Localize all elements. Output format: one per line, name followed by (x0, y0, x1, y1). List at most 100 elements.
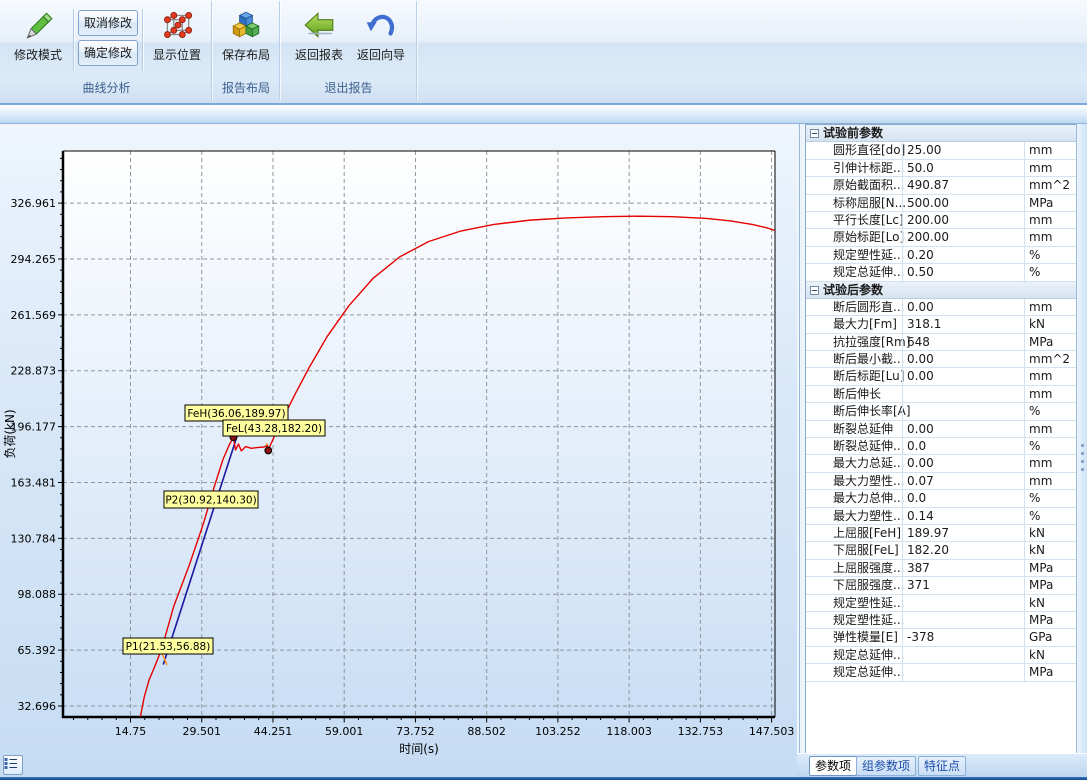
tab-特征点[interactable]: 特征点 (918, 756, 966, 776)
param-row[interactable]: 断裂总延伸...0.0% (806, 438, 1076, 455)
panel-list-icon-button[interactable] (3, 755, 23, 775)
return-wizard-label: 返回向导 (349, 48, 413, 62)
column-separator (902, 525, 903, 541)
annotation-box-1[interactable]: P2(30.92,140.30) (164, 491, 258, 508)
param-row[interactable]: 原始标距[Lo]200.00mm (806, 229, 1076, 246)
param-row[interactable]: 断后标距[Lu]0.00mm (806, 368, 1076, 385)
svg-text:44.251: 44.251 (254, 725, 293, 738)
splitter-grip-dot (1081, 468, 1084, 471)
param-row[interactable]: 平行长度[Lc]200.00mm (806, 212, 1076, 229)
param-value: -378 (907, 630, 934, 645)
param-row[interactable]: 圆形直径[do]25.00mm (806, 142, 1076, 159)
param-row[interactable]: 标称屈服[N...500.00MPa (806, 195, 1076, 212)
svg-text:59.001: 59.001 (325, 725, 364, 738)
svg-text:88.502: 88.502 (467, 725, 506, 738)
param-row[interactable]: 规定塑性延...0.20% (806, 247, 1076, 264)
param-row[interactable]: 断后伸长率[A]% (806, 403, 1076, 420)
ribbon-toolbar: 修改模式 取消修改 确定修改 (0, 0, 1087, 103)
return-wizard-button[interactable]: 返回向导 (349, 4, 413, 78)
param-row[interactable]: 规定总延伸... kN (806, 647, 1076, 664)
column-separator (1024, 647, 1025, 663)
param-name: 最大力总延... (833, 456, 904, 471)
param-unit: mm (1029, 143, 1052, 158)
param-name: 上屈服强度... (833, 561, 904, 576)
param-row[interactable]: 规定总延伸...MPa (806, 664, 1076, 681)
param-row[interactable]: 抗拉强度[Rm]648MPa (806, 334, 1076, 351)
load-time-chart: 14.7529.50144.25159.00173.75288.502103.2… (0, 124, 797, 777)
param-row[interactable]: 最大力[Fm]318.1kN (806, 316, 1076, 333)
column-separator (902, 351, 903, 367)
ribbon-group-label-exit-report: 退出报告 (281, 81, 416, 96)
tab-组参数项[interactable]: 组参数项 (856, 756, 916, 776)
param-row[interactable]: 最大力总延...0.00mm (806, 455, 1076, 472)
param-section-title: 试验后参数 (823, 283, 883, 298)
return-report-button[interactable]: 返回报表 (287, 4, 351, 78)
param-row[interactable]: 断后最小截...0.00mm^2 (806, 351, 1076, 368)
param-value: 0.00 (907, 422, 934, 437)
collapse-minus-icon[interactable] (810, 286, 819, 295)
vertical-splitter[interactable] (797, 124, 805, 777)
param-unit: MPa (1029, 578, 1053, 593)
save-layout-button[interactable]: 保存布局 (214, 4, 278, 78)
column-separator (902, 403, 903, 419)
modify-mode-button[interactable]: 修改模式 (6, 4, 70, 78)
column-separator (902, 577, 903, 593)
param-row[interactable]: 规定总延伸...0.50% (806, 264, 1076, 281)
param-row[interactable]: 上屈服强度...387MPa (806, 560, 1076, 577)
marker-FeL[interactable] (265, 447, 272, 454)
panel-tab-bar: 参数项组参数项特征点 (797, 753, 1087, 777)
param-row[interactable]: 下屈服强度...371MPa (806, 577, 1076, 594)
confirm-modify-button[interactable]: 确定修改 (78, 40, 138, 66)
param-unit: % (1029, 248, 1040, 263)
param-row[interactable]: 最大力塑性...0.14% (806, 508, 1076, 525)
column-separator (902, 455, 903, 471)
param-unit: kN (1029, 648, 1045, 663)
column-separator (902, 160, 903, 176)
param-row[interactable]: 原始截面积...490.87mm^2 (806, 177, 1076, 194)
param-unit: mm^2 (1029, 352, 1070, 367)
param-row[interactable]: 下屈服[FeL]182.20kN (806, 542, 1076, 559)
annotation-box-2[interactable]: FeH(36.06,189.97) (185, 405, 288, 421)
column-separator (902, 368, 903, 384)
column-separator (902, 142, 903, 158)
column-separator (1024, 664, 1025, 680)
cancel-modify-button[interactable]: 取消修改 (78, 10, 138, 36)
panel-scrollbar[interactable] (1076, 124, 1087, 753)
show-position-button[interactable]: 显示位置 (145, 4, 209, 78)
column-separator (902, 664, 903, 680)
column-separator (1024, 403, 1025, 419)
collapse-minus-icon[interactable] (810, 129, 819, 138)
param-section-title: 试验前参数 (823, 126, 883, 141)
param-row[interactable]: 上屈服[FeH]189.97kN (806, 525, 1076, 542)
column-separator (1024, 421, 1025, 437)
param-unit: mm (1029, 161, 1052, 176)
confirm-modify-label: 确定修改 (84, 46, 132, 60)
param-unit: GPa (1029, 630, 1052, 645)
column-separator (1024, 351, 1025, 367)
param-row[interactable]: 弹性模量[E]-378GPa (806, 629, 1076, 646)
param-section-header[interactable]: 试验后参数 (806, 282, 1076, 299)
param-row[interactable]: 规定塑性延...kN (806, 595, 1076, 612)
column-separator (1024, 195, 1025, 211)
annotation-box-3[interactable]: FeL(43.28,182.20) (223, 420, 325, 436)
param-name: 原始截面积... (833, 178, 904, 193)
y-axis-label: 负荷(kN) (3, 409, 17, 458)
param-name: 断后标距[Lu] (833, 369, 904, 384)
svg-text:73.752: 73.752 (396, 725, 435, 738)
param-row[interactable]: 断后伸长mm (806, 386, 1076, 403)
param-row[interactable]: 断裂总延伸0.00mm (806, 421, 1076, 438)
param-name: 规定总延伸... (833, 648, 904, 663)
param-row[interactable]: 规定塑性延...MPa (806, 612, 1076, 629)
column-separator (1024, 386, 1025, 402)
param-row[interactable]: 引伸计标距...50.0mm (806, 160, 1076, 177)
param-row[interactable]: 断后圆形直...0.00mm (806, 299, 1076, 316)
param-section-header[interactable]: 试验前参数 (806, 125, 1076, 142)
annotation-box-0[interactable]: P1(21.53,56.88) (123, 638, 213, 654)
param-name: 抗拉强度[Rm] (833, 335, 910, 350)
param-row[interactable]: 最大力总伸...0.0% (806, 490, 1076, 507)
svg-text:196.177: 196.177 (11, 421, 57, 434)
param-row[interactable]: 最大力塑性...0.07mm (806, 473, 1076, 490)
param-name: 断裂总延伸 (833, 422, 893, 437)
svg-text:14.75: 14.75 (115, 725, 147, 738)
tab-参数项[interactable]: 参数项 (809, 756, 857, 776)
